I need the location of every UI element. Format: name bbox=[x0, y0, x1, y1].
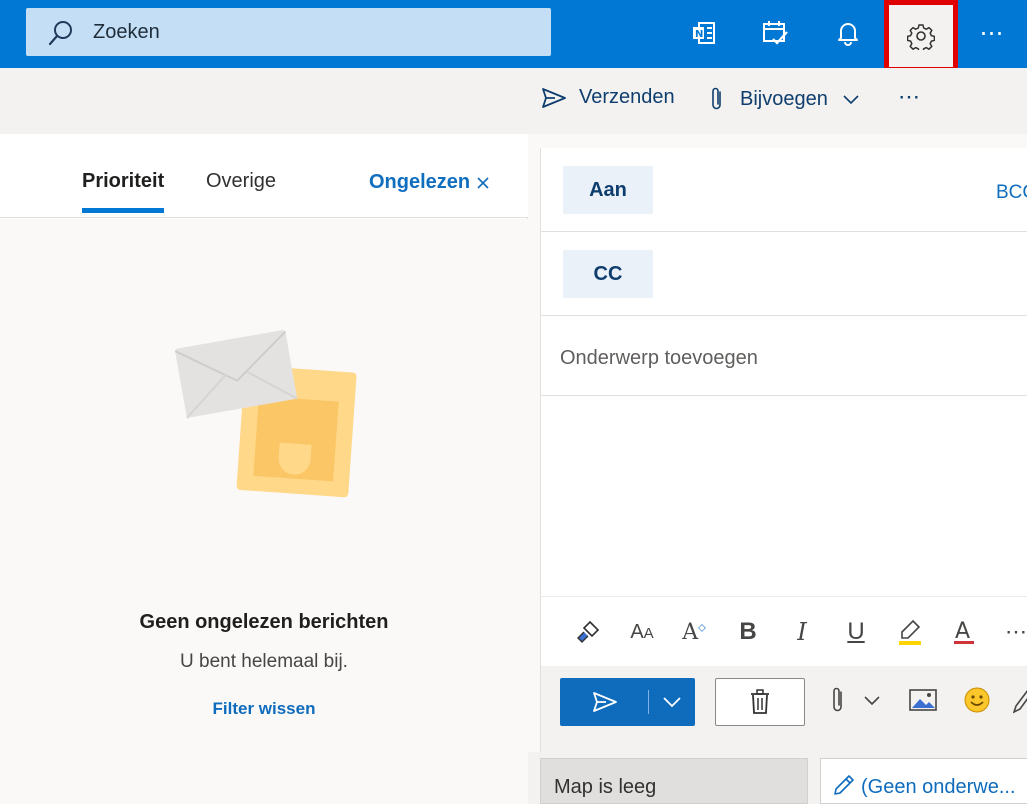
send-label: Verzenden bbox=[579, 86, 675, 108]
chevron-down-icon[interactable] bbox=[662, 696, 682, 708]
gear-icon bbox=[907, 24, 935, 50]
cc-row: CC bbox=[541, 232, 1027, 316]
send-icon bbox=[542, 87, 566, 108]
underline-icon: U bbox=[847, 618, 865, 645]
pen-icon bbox=[1012, 690, 1027, 714]
highlight-button[interactable] bbox=[893, 615, 927, 649]
empty-subtitle: U bent helemaal bij. bbox=[180, 651, 348, 672]
insert-picture-button[interactable] bbox=[909, 688, 937, 717]
search-input[interactable]: Zoeken bbox=[93, 21, 160, 44]
paperclip-icon bbox=[833, 687, 842, 712]
italic-button[interactable]: I bbox=[785, 615, 819, 649]
search-box[interactable]: Zoeken bbox=[26, 8, 551, 56]
tab-prioriteit[interactable]: Prioriteit bbox=[82, 170, 164, 193]
bell-icon bbox=[838, 23, 858, 46]
bcc-button[interactable]: BCC bbox=[996, 182, 1027, 204]
empty-title: Geen ongelezen berichten bbox=[139, 611, 389, 633]
svg-text:A: A bbox=[955, 619, 970, 644]
bold-button[interactable]: B bbox=[731, 615, 765, 649]
signature-button[interactable] bbox=[1012, 688, 1027, 719]
format-toolbar: AA A◇ B I U A ⋯ bbox=[541, 596, 1027, 666]
svg-text:N: N bbox=[695, 29, 703, 40]
chevron-down-icon bbox=[864, 696, 880, 706]
empty-state: Geen ongelezen berichten U bent helemaal… bbox=[0, 219, 528, 804]
chevron-down-icon bbox=[843, 95, 859, 105]
close-icon[interactable] bbox=[476, 176, 490, 190]
cc-button[interactable]: CC bbox=[563, 250, 653, 298]
send-command[interactable]: Verzenden bbox=[541, 86, 675, 109]
font-color-button[interactable]: A bbox=[947, 615, 981, 649]
filter-pill[interactable]: Ongelezen bbox=[369, 171, 490, 194]
font-color-icon: A bbox=[954, 619, 974, 644]
folder-empty-label: Map is leeg bbox=[554, 776, 657, 798]
inbox-tabs: Prioriteit Overige Ongelezen bbox=[0, 134, 528, 218]
more-format-button[interactable]: ⋯ bbox=[999, 615, 1027, 649]
font-size-icon: AA bbox=[630, 620, 654, 643]
empty-mail-illustration bbox=[174, 330, 357, 498]
format-painter-icon bbox=[577, 620, 600, 643]
emoji-button[interactable] bbox=[963, 686, 991, 719]
more-icon: ⋯ bbox=[979, 19, 1005, 47]
compose-action-bar bbox=[541, 666, 1027, 752]
underline-button[interactable]: U bbox=[839, 615, 873, 649]
send-button[interactable] bbox=[560, 678, 695, 726]
subject-input[interactable]: Onderwerp toevoegen bbox=[560, 347, 758, 370]
filter-label: Ongelezen bbox=[369, 171, 471, 193]
active-tab-indicator bbox=[82, 208, 164, 213]
folder-empty-tab[interactable]: Map is leeg bbox=[540, 758, 808, 804]
onenote-icon: N bbox=[693, 22, 715, 44]
command-bar: Verzenden Bijvoegen ⋯ bbox=[0, 68, 1027, 134]
bold-icon: B bbox=[739, 618, 757, 645]
top-bar: Zoeken N ⋯ bbox=[0, 0, 1027, 72]
send-icon bbox=[593, 692, 617, 712]
clear-filter-link[interactable]: Filter wissen bbox=[0, 699, 528, 719]
more-button[interactable]: ⋯ bbox=[967, 10, 1017, 56]
attach-options-button[interactable] bbox=[863, 694, 881, 712]
draft-tab[interactable]: (Geen onderwe... bbox=[820, 758, 1027, 804]
to-row: Aan BCC bbox=[541, 148, 1027, 232]
format-painter-button[interactable] bbox=[571, 615, 605, 649]
notifications-button[interactable] bbox=[823, 10, 873, 56]
highlighter-icon bbox=[899, 619, 921, 645]
grow-font-icon: A◇ bbox=[682, 619, 706, 645]
more-commands-button[interactable]: ⋯ bbox=[898, 84, 920, 110]
message-list-pane: Prioriteit Overige Ongelezen Geen ongele bbox=[0, 134, 528, 804]
to-button[interactable]: Aan bbox=[563, 166, 653, 214]
settings-button[interactable] bbox=[884, 0, 958, 72]
send-split-divider bbox=[648, 690, 649, 714]
more-icon: ⋯ bbox=[898, 84, 920, 109]
picture-icon bbox=[909, 689, 937, 711]
subject-row: Onderwerp toevoegen bbox=[541, 316, 1027, 396]
grow-font-button[interactable]: A◇ bbox=[677, 615, 711, 649]
todo-icon bbox=[763, 21, 788, 45]
font-size-button[interactable]: AA bbox=[625, 615, 659, 649]
attach-label: Bijvoegen bbox=[740, 87, 828, 110]
attach-command[interactable]: Bijvoegen bbox=[708, 86, 860, 112]
compose-pane: Aan BCC CC Onderwerp toevoegen AA A◇ B I… bbox=[540, 148, 1027, 752]
onenote-button[interactable]: N bbox=[679, 10, 729, 56]
emoji-icon bbox=[964, 687, 990, 713]
pencil-icon bbox=[834, 775, 854, 795]
trash-icon bbox=[751, 689, 769, 714]
italic-icon: I bbox=[797, 618, 807, 646]
paperclip-icon bbox=[712, 87, 721, 110]
attach-file-button[interactable] bbox=[829, 686, 847, 719]
todo-button[interactable] bbox=[750, 10, 800, 56]
draft-tab-label: (Geen onderwe... bbox=[861, 776, 1016, 798]
search-icon bbox=[48, 21, 72, 46]
tab-overige[interactable]: Overige bbox=[206, 170, 276, 193]
message-body[interactable] bbox=[541, 396, 1027, 596]
discard-button[interactable] bbox=[715, 678, 805, 726]
more-icon: ⋯ bbox=[1005, 619, 1027, 644]
